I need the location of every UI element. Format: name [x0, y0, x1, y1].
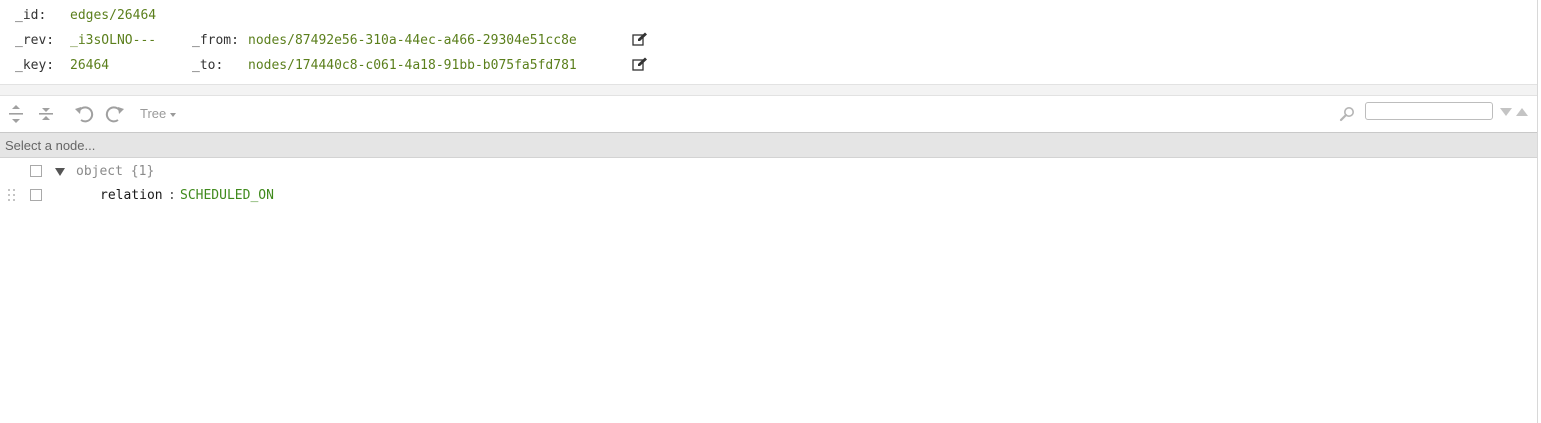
- expand-all-icon[interactable]: [5, 103, 27, 125]
- document-meta-header: _id: edges/26464 _rev: _i3sOLNO--- _key:…: [0, 0, 1537, 85]
- search-input[interactable]: [1365, 102, 1493, 120]
- search-icon: [1339, 106, 1355, 122]
- right-border: [1537, 0, 1538, 423]
- key-label: _key:: [15, 58, 55, 73]
- editor-menubar: Tree: [0, 96, 1537, 133]
- header-divider: [0, 85, 1537, 96]
- id-value: edges/26464: [70, 8, 157, 23]
- rev-value: _i3sOLNO---: [70, 33, 157, 48]
- tree-root-row: object {1}: [0, 159, 1537, 183]
- redo-icon[interactable]: [104, 103, 126, 125]
- expand-toggle-icon[interactable]: [55, 168, 65, 176]
- from-value: nodes/87492e56-310a-44ec-a466-29304e51cc…: [248, 33, 577, 48]
- mode-switcher-button[interactable]: Tree: [140, 105, 177, 123]
- field-separator: :: [168, 188, 176, 203]
- root-object-label: object {1}: [76, 164, 155, 179]
- field-value[interactable]: SCHEDULED_ON: [180, 188, 274, 203]
- undo-icon[interactable]: [73, 103, 95, 125]
- document-editor: _id: edges/26464 _rev: _i3sOLNO--- _key:…: [0, 0, 1541, 423]
- navigation-bar: Select a node...: [0, 133, 1537, 158]
- edit-to-icon[interactable]: [632, 57, 648, 71]
- context-menu-button[interactable]: [30, 189, 42, 201]
- key-value: 26464: [70, 58, 110, 73]
- chevron-down-icon: [170, 112, 177, 117]
- breadcrumb[interactable]: Select a node...: [5, 138, 95, 153]
- tree-view: object {1} relation : SCHEDULED_ON: [0, 158, 1537, 423]
- search-next-button[interactable]: [1500, 108, 1512, 116]
- rev-label: _rev:: [15, 33, 55, 48]
- search-previous-button[interactable]: [1516, 108, 1528, 116]
- mode-label: Tree: [140, 106, 167, 121]
- to-label: _to:: [192, 58, 224, 73]
- field-key[interactable]: relation: [100, 188, 163, 203]
- edit-from-icon[interactable]: [632, 32, 648, 46]
- collapse-all-icon[interactable]: [35, 103, 57, 125]
- tree-field-row: relation : SCHEDULED_ON: [0, 183, 1537, 207]
- to-value: nodes/174440c8-c061-4a18-91bb-b075fa5fd7…: [248, 58, 577, 73]
- context-menu-button[interactable]: [30, 165, 42, 177]
- from-label: _from:: [192, 33, 239, 48]
- drag-handle-icon[interactable]: [8, 189, 16, 201]
- id-label: _id:: [15, 8, 47, 23]
